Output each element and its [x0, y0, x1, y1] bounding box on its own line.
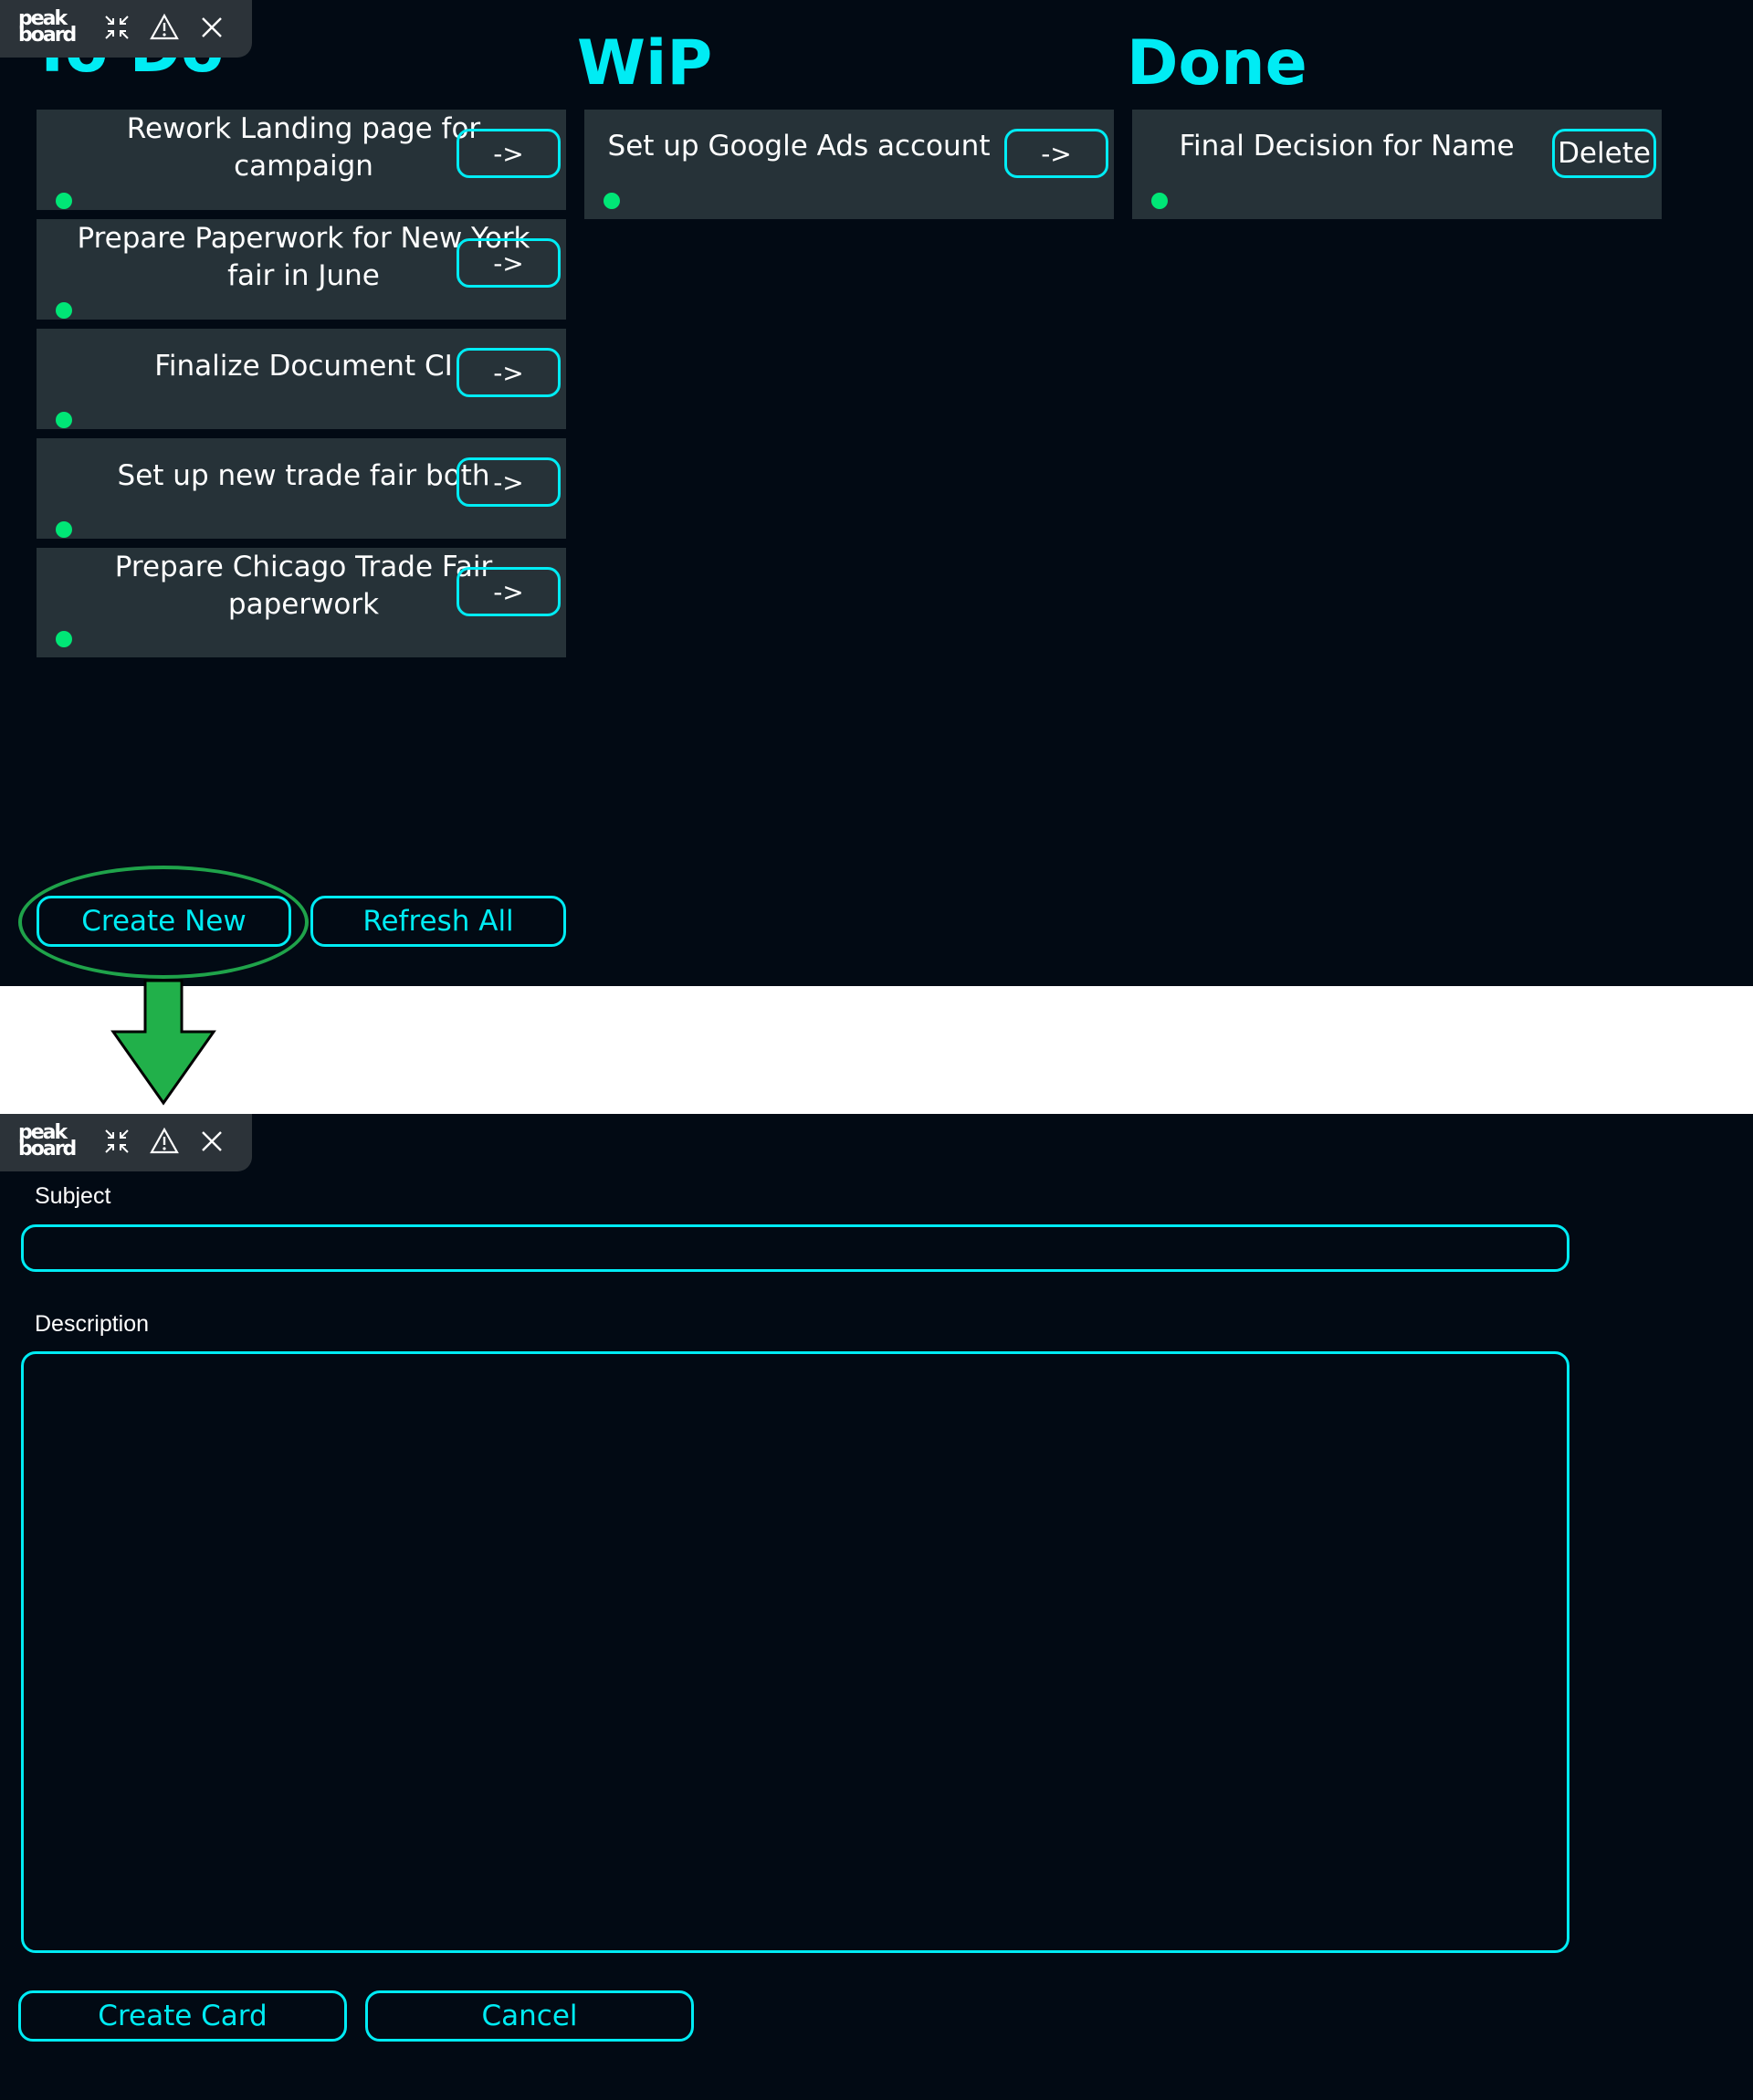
status-dot [604, 193, 620, 209]
kanban-card: Set up new trade fair both -> [37, 438, 566, 539]
separator [0, 986, 1753, 1114]
peakboard-logo: peak board [18, 1123, 77, 1161]
status-dot [56, 412, 72, 428]
warning-icon[interactable] [150, 13, 179, 42]
logo-text-bottom: board [18, 24, 77, 47]
status-dot [1151, 193, 1168, 209]
card-title: Set up Google Ads account [607, 130, 991, 163]
close-icon[interactable] [197, 13, 226, 42]
close-icon[interactable] [197, 1127, 226, 1156]
move-card-button[interactable]: -> [457, 238, 561, 288]
status-dot [56, 631, 72, 647]
status-dot [56, 302, 72, 319]
create-card-screen: Subject Description Create Card Cancel p… [0, 1114, 1753, 2100]
kanban-card: Finalize Document CI -> [37, 329, 566, 429]
delete-card-button[interactable]: Delete [1552, 129, 1656, 178]
description-label: Description [35, 1311, 150, 1337]
move-card-button[interactable]: -> [457, 457, 561, 507]
kanban-card: Final Decision for Name Delete [1132, 110, 1662, 219]
column-title-done: Done [1127, 27, 1307, 100]
kanban-board-screen: To Do WiP Done Rework Landing page for c… [0, 0, 1753, 986]
subject-input[interactable] [21, 1224, 1569, 1272]
move-card-button[interactable]: -> [457, 567, 561, 616]
kanban-card: Set up Google Ads account -> [584, 110, 1114, 219]
kanban-card: Rework Landing page for campaign -> [37, 110, 566, 210]
description-textarea[interactable] [21, 1351, 1569, 1953]
peakboard-toolbar: peak board [0, 1114, 252, 1171]
peakboard-toolbar: peak board [0, 0, 252, 58]
subject-label: Subject [35, 1183, 111, 1209]
move-card-button[interactable]: -> [457, 129, 561, 178]
warning-icon[interactable] [150, 1127, 179, 1156]
down-arrow-icon [110, 979, 216, 1106]
card-title: Final Decision for Name [1179, 130, 1515, 163]
highlight-ellipse [18, 866, 309, 979]
cancel-button[interactable]: Cancel [365, 1990, 694, 2042]
kanban-card: Prepare Paperwork for New York fair in J… [37, 219, 566, 320]
column-title-wip: WiP [577, 27, 713, 100]
move-card-button[interactable]: -> [457, 348, 561, 397]
move-card-button[interactable]: -> [1004, 129, 1108, 178]
collapse-icon[interactable] [102, 13, 131, 42]
refresh-all-button[interactable]: Refresh All [310, 896, 566, 947]
kanban-card: Prepare Chicago Trade Fair paperwork -> [37, 548, 566, 657]
collapse-icon[interactable] [102, 1127, 131, 1156]
status-dot [56, 193, 72, 209]
status-dot [56, 521, 72, 538]
create-card-button[interactable]: Create Card [18, 1990, 347, 2042]
logo-text-bottom: board [18, 1138, 77, 1160]
peakboard-logo: peak board [18, 9, 77, 47]
